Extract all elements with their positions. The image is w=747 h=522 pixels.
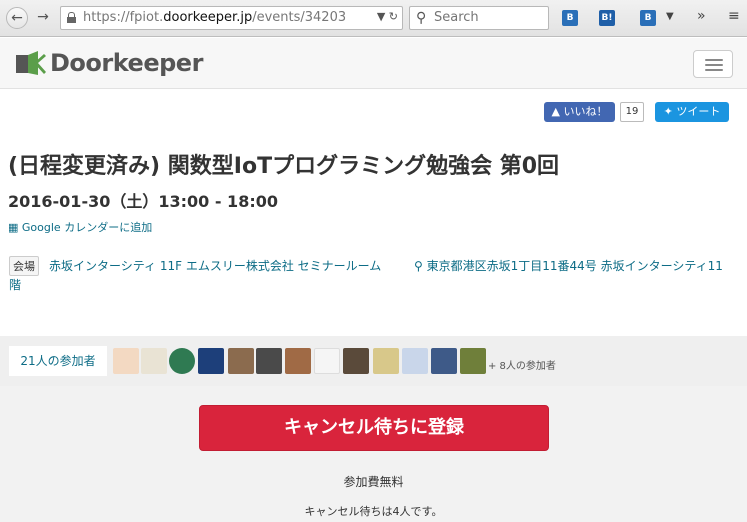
waitlist-status: キャンセル待ちは4人です。 (304, 505, 443, 518)
search-icon: ⚲ (416, 10, 427, 26)
participant-count-link[interactable]: 21人の参加者 (9, 346, 107, 376)
like-count: 19 (620, 102, 644, 122)
site-logo-text[interactable]: Doorkeeper (50, 49, 203, 77)
participants-strip: 21人の参加者 + 8人の参加者 (0, 336, 747, 386)
avatar[interactable] (228, 348, 254, 374)
search-box[interactable]: ⚲ (409, 6, 549, 30)
calendar-icon: ▦ (8, 221, 19, 234)
url-bar[interactable]: https://fpiot.doorkeeper.jp/events/34203… (60, 6, 403, 30)
avatar[interactable] (460, 348, 486, 374)
bookmark-icon[interactable]: B! (599, 10, 615, 26)
avatar[interactable] (431, 348, 457, 374)
site-header: Doorkeeper (0, 38, 747, 89)
back-arrow-icon[interactable]: ← (6, 7, 28, 29)
url-bar-icons[interactable]: ▼ ↻ (377, 10, 398, 23)
thumbs-up-icon: ▲ (551, 105, 560, 118)
avatar[interactable] (141, 348, 167, 374)
lock-icon (67, 12, 76, 23)
dropdown-icon[interactable]: ▼ (666, 11, 674, 22)
hatena-icon[interactable]: B (562, 10, 578, 26)
doorkeeper-logo-icon[interactable] (16, 51, 46, 75)
event-title: (日程変更済み) 関数型IoTプログラミング勉強会 第0回 (8, 154, 560, 179)
avatar[interactable] (314, 348, 340, 374)
avatar[interactable] (256, 348, 282, 374)
avatar[interactable] (373, 348, 399, 374)
browser-toolbar: ← → https://fpiot.doorkeeper.jp/events/3… (0, 0, 747, 37)
avatar[interactable] (198, 348, 224, 374)
menu-icon[interactable]: ≡ (728, 8, 740, 24)
venue-label: 会場 (9, 256, 39, 276)
avatar[interactable] (285, 348, 311, 374)
avatar[interactable] (402, 348, 428, 374)
facebook-like-button[interactable]: ▲ いいね！ (544, 102, 615, 122)
overflow-icon[interactable]: » (697, 8, 706, 24)
map-pin-icon: ⚲ (414, 259, 423, 273)
participation-fee: 参加費無料 (343, 475, 404, 489)
more-participants-link[interactable]: + 8人の参加者 (488, 357, 556, 372)
join-waitlist-button[interactable]: キャンセル待ちに登録 (199, 405, 549, 451)
forward-arrow-icon[interactable]: → (32, 7, 54, 29)
venue-name-link[interactable]: 赤坂インターシティ 11F エムスリー株式会社 セミナールーム (49, 257, 381, 274)
avatar[interactable] (343, 348, 369, 374)
avatar[interactable] (113, 348, 139, 374)
url-text: https://fpiot.doorkeeper.jp/events/34203 (83, 10, 347, 25)
search-input[interactable] (434, 10, 544, 25)
event-datetime: 2016-01-30（土）13:00 - 18:00 (8, 192, 278, 211)
hamburger-menu-button[interactable] (693, 50, 733, 78)
tweet-button[interactable]: ✦ ツイート (655, 102, 729, 122)
pocket-icon[interactable]: B (640, 10, 656, 26)
avatar[interactable] (169, 348, 195, 374)
google-calendar-link[interactable]: ▦ Google カレンダーに追加 (8, 219, 152, 235)
venue-address-link[interactable]: ⚲ 東京都港区赤坂1丁目11番44号 赤坂インターシティ11 (414, 257, 723, 274)
venue-address-line2[interactable]: 階 (9, 276, 21, 293)
twitter-bird-icon: ✦ (663, 105, 673, 118)
